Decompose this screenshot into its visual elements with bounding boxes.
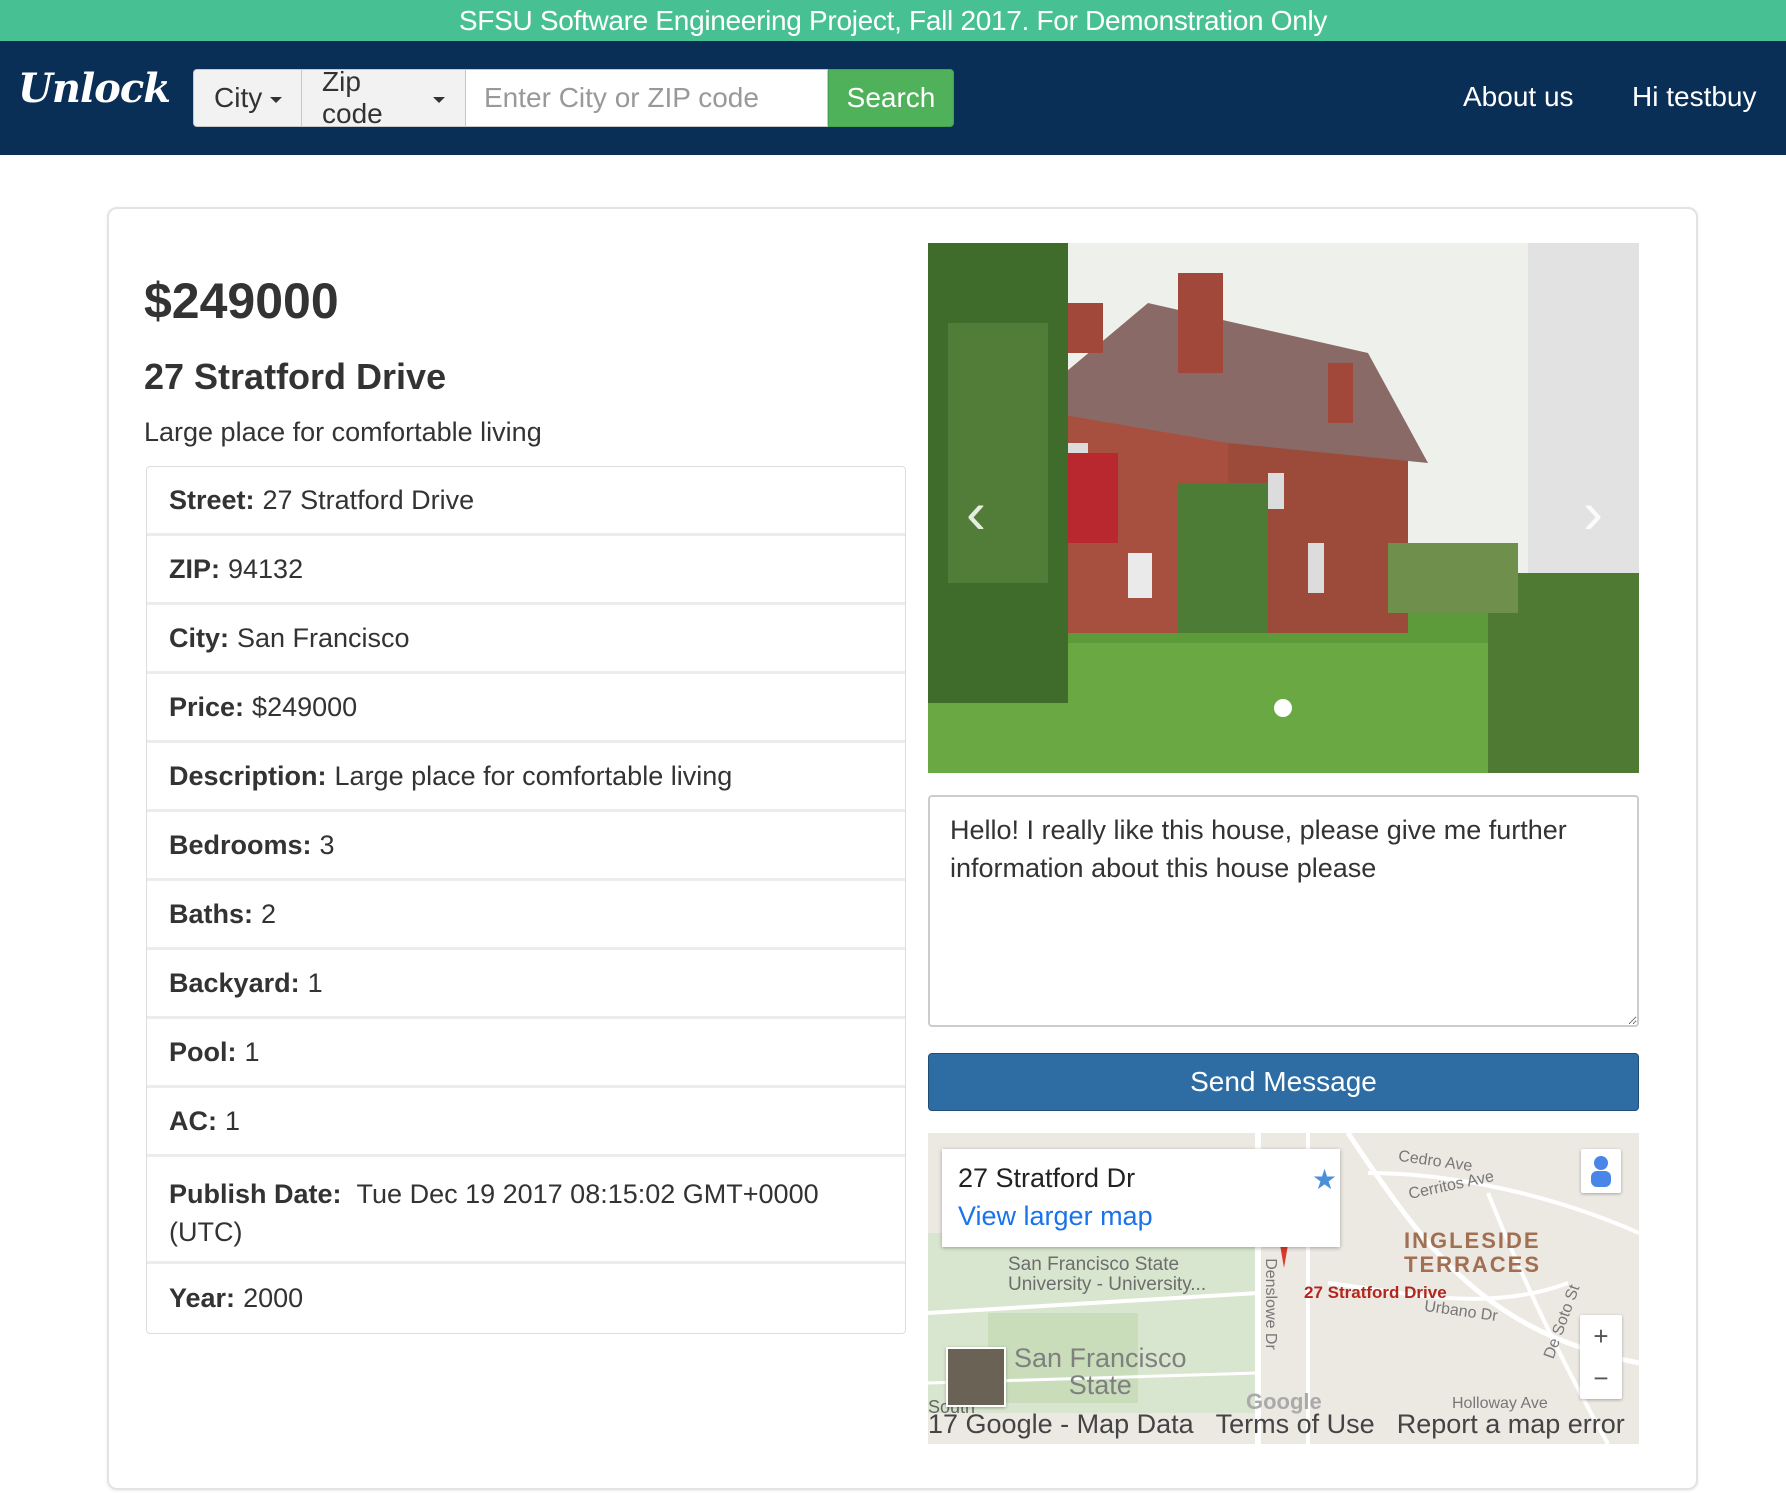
- view-larger-map-link[interactable]: View larger map: [958, 1201, 1153, 1232]
- detail-value: 27 Stratford Drive: [262, 484, 475, 515]
- detail-ac: AC: 1: [147, 1088, 905, 1157]
- caret-down-icon: [270, 97, 283, 103]
- street-view-pegman-icon[interactable]: [1581, 1149, 1621, 1193]
- detail-backyard: Backyard: 1: [147, 950, 905, 1019]
- map-footer-report-link[interactable]: Report a map error: [1397, 1409, 1625, 1444]
- detail-label: ZIP:: [169, 553, 220, 584]
- caret-down-icon: [433, 97, 445, 103]
- carousel-indicator[interactable]: [1274, 699, 1292, 717]
- zoom-out-button[interactable]: −: [1580, 1357, 1622, 1399]
- map-info-card: 27 Stratford Dr View larger map ★: [942, 1149, 1340, 1247]
- detail-city: City: San Francisco: [147, 605, 905, 674]
- detail-value: 1: [244, 1036, 260, 1067]
- detail-description: Description: Large place for comfortable…: [147, 743, 905, 812]
- map-footer-attribution: 17 Google - Map Data: [928, 1409, 1194, 1439]
- search-button[interactable]: Search: [828, 69, 954, 127]
- detail-zip: ZIP: 94132: [147, 536, 905, 605]
- map-label-campus: San Francisco State: [1014, 1343, 1187, 1400]
- satellite-toggle[interactable]: [946, 1347, 1006, 1407]
- detail-value: 1: [307, 967, 323, 998]
- person-icon: [1591, 1156, 1611, 1187]
- message-textarea[interactable]: Hello! I really like this house, please …: [928, 795, 1639, 1027]
- nav-user-link[interactable]: Hi testbuy: [1632, 81, 1757, 113]
- send-message-button[interactable]: Send Message: [928, 1053, 1639, 1111]
- detail-street: Street: 27 Stratford Drive: [147, 467, 905, 536]
- logo[interactable]: Unlock: [18, 65, 171, 112]
- detail-value: 94132: [228, 553, 304, 584]
- search-bar: City Zip code Search: [193, 66, 954, 129]
- listing-title: 27 Stratford Drive: [144, 356, 447, 397]
- map-footer: 17 Google - Map Data Terms of Use Report…: [928, 1409, 1639, 1444]
- map-label-university: San Francisco State University - Univers…: [1008, 1254, 1207, 1295]
- city-dropdown-label: City: [214, 82, 263, 113]
- listing-tagline: Large place for comfortable living: [144, 417, 542, 447]
- detail-price: Price: $249000: [147, 674, 905, 743]
- detail-value: San Francisco: [237, 622, 410, 653]
- detail-label: Baths:: [169, 898, 254, 929]
- city-dropdown[interactable]: City: [193, 69, 302, 127]
- detail-label: Backyard:: [169, 967, 300, 998]
- detail-label: Price:: [169, 691, 245, 722]
- map-card-title: 27 Stratford Dr: [958, 1163, 1136, 1193]
- details-list: Street: 27 Stratford Drive ZIP: 94132 Ci…: [146, 466, 906, 1334]
- detail-value: 2: [261, 898, 277, 929]
- house-photo: [928, 243, 1639, 773]
- detail-value: 3: [319, 829, 335, 860]
- detail-label: Street:: [169, 484, 255, 515]
- detail-label: City:: [169, 622, 229, 653]
- zoom-in-button[interactable]: +: [1580, 1315, 1622, 1357]
- detail-value: Large place for comfortable living: [334, 760, 733, 791]
- detail-label: Publish Date:: [169, 1179, 342, 1209]
- map-label-area: INGLESIDE TERRACES: [1404, 1228, 1542, 1277]
- detail-value: 2000: [243, 1283, 304, 1313]
- star-icon[interactable]: ★: [1312, 1163, 1337, 1196]
- map-footer-terms-link[interactable]: Terms of Use: [1216, 1409, 1375, 1444]
- chevron-left-icon[interactable]: ‹: [966, 483, 986, 543]
- detail-baths: Baths: 2: [147, 881, 905, 950]
- detail-label: AC:: [169, 1105, 217, 1136]
- detail-value: $249000: [252, 691, 358, 722]
- detail-value: 1: [225, 1105, 241, 1136]
- location-map[interactable]: 27 Stratford Dr View larger map ★ San Fr…: [928, 1133, 1639, 1444]
- detail-year: Year: 2000: [147, 1264, 905, 1333]
- detail-label: Description:: [169, 760, 327, 791]
- demo-banner: SFSU Software Engineering Project, Fall …: [0, 0, 1786, 41]
- detail-publish-date: Publish Date: Tue Dec 19 2017 08:15:02 G…: [147, 1157, 905, 1264]
- detail-label: Year:: [169, 1283, 236, 1313]
- navbar: Unlock City Zip code Search About us Hi …: [0, 41, 1786, 155]
- chevron-right-icon[interactable]: ›: [1583, 483, 1603, 543]
- detail-bedrooms: Bedrooms: 3: [147, 812, 905, 881]
- map-label-denslowe: Denslowe Dr: [1261, 1258, 1279, 1350]
- zip-dropdown[interactable]: Zip code: [302, 66, 466, 129]
- zip-dropdown-label: Zip code: [322, 66, 383, 129]
- detail-label: Pool:: [169, 1036, 237, 1067]
- photo-carousel[interactable]: ‹ ›: [928, 243, 1639, 773]
- zoom-control: + −: [1580, 1315, 1622, 1399]
- search-input[interactable]: [466, 69, 828, 127]
- nav-about-link[interactable]: About us: [1463, 81, 1574, 113]
- detail-pool: Pool: 1: [147, 1019, 905, 1088]
- detail-label: Bedrooms:: [169, 829, 312, 860]
- listing-price: $249000: [144, 273, 339, 329]
